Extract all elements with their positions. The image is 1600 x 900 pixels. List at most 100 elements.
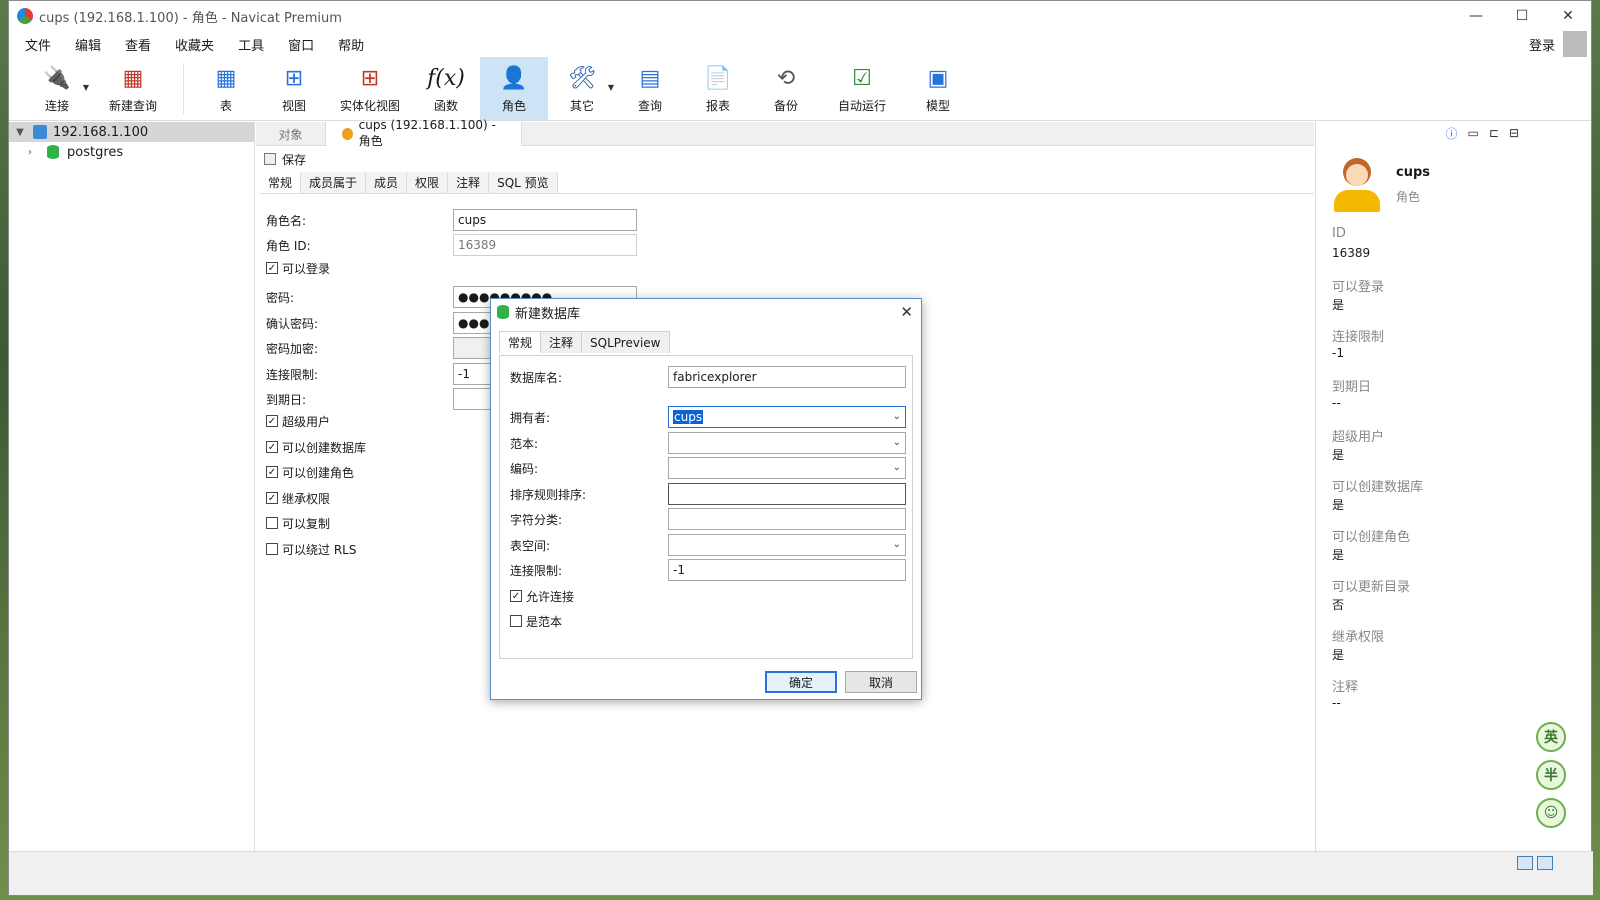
- window-title: cups (192.168.1.100) - 角色 - Navicat Prem…: [39, 10, 342, 26]
- subtab-member-of[interactable]: 成员属于: [301, 172, 367, 193]
- other-button[interactable]: 🛠 其它 ▼: [548, 57, 616, 120]
- bypass-rls-checkbox[interactable]: 可以绕过 RLS: [266, 538, 356, 560]
- panel-layout-icon[interactable]: ⊟: [1509, 126, 1519, 140]
- info-item: 可以创建角色是: [1316, 526, 1559, 562]
- maximize-icon[interactable]: ☐: [1499, 1, 1545, 31]
- owner-select[interactable]: cups ⌄: [668, 406, 906, 428]
- role-name-label: 角色名:: [266, 213, 307, 228]
- info-item: 到期日 --: [1316, 376, 1559, 412]
- function-label: 函数: [433, 99, 458, 113]
- menu-view[interactable]: 查看: [113, 35, 163, 54]
- list-view-icon[interactable]: [1517, 856, 1533, 870]
- subtab-general[interactable]: 常规: [260, 172, 302, 193]
- allow-connections-checkbox[interactable]: ✓ 允许连接: [510, 585, 574, 607]
- checkbox-checked-icon: ✓: [266, 466, 278, 478]
- backup-button[interactable]: ⟲ 备份: [752, 57, 820, 120]
- ime-halfwidth-badge[interactable]: 半: [1536, 760, 1566, 790]
- dialog-general-form: 数据库名: fabricexplorer 拥有者: cups ⌄ 范本: ⌄ 编…: [499, 355, 913, 659]
- dialog-tab-comment[interactable]: 注释: [540, 331, 583, 353]
- tree-item-database[interactable]: › postgres: [9, 142, 254, 162]
- cancel-button[interactable]: 取消: [845, 671, 917, 693]
- menu-window[interactable]: 窗口: [276, 35, 326, 54]
- tablespace-select[interactable]: ⌄: [668, 534, 906, 556]
- superuser-checkbox[interactable]: ✓ 超级用户: [266, 410, 330, 432]
- database-label: postgres: [67, 144, 124, 160]
- checkbox-checked-icon: ✓: [266, 492, 278, 504]
- model-button[interactable]: ▣ 模型: [904, 57, 972, 120]
- materialized-view-icon: ⊞: [360, 65, 380, 91]
- materialized-view-button[interactable]: ⊞ 实体化视图: [328, 57, 412, 120]
- role-id-field: 16389: [453, 234, 637, 256]
- template-select[interactable]: ⌄: [668, 432, 906, 454]
- replication-checkbox[interactable]: 可以复制: [266, 512, 330, 534]
- table-icon: ▦: [215, 65, 237, 91]
- role-name-input[interactable]: cups: [453, 209, 637, 231]
- menu-edit[interactable]: 编辑: [63, 35, 113, 54]
- menu-tools[interactable]: 工具: [226, 35, 276, 54]
- close-icon[interactable]: ✕: [900, 303, 913, 321]
- user-avatar-icon[interactable]: [1563, 31, 1587, 57]
- ime-english-badge[interactable]: 英: [1536, 722, 1566, 752]
- create-db-checkbox[interactable]: ✓ 可以创建数据库: [266, 436, 366, 458]
- is-template-checkbox[interactable]: 是范本: [510, 610, 562, 632]
- new-query-button[interactable]: ▦ 新建查询: [91, 57, 175, 120]
- inherit-checkbox[interactable]: ✓ 继承权限: [266, 487, 330, 509]
- chevron-down-icon[interactable]: ▼: [608, 83, 614, 92]
- status-view-toggles: [1517, 856, 1553, 870]
- confirm-password-label: 确认密码:: [266, 316, 319, 331]
- tab-role-label: cups (192.168.1.100) - 角色: [358, 118, 496, 148]
- query-button[interactable]: ▤ 查询: [616, 57, 684, 120]
- dialog-tab-general[interactable]: 常规: [499, 331, 542, 353]
- detail-view-icon[interactable]: [1537, 856, 1553, 870]
- chevron-down-icon[interactable]: ⌄: [893, 539, 901, 550]
- main-toolbar: 🔌 连接 ▼ ▦ 新建查询 ▦ 表 ⊞ 视图 ⊞ 实体化视图 f(x) 函数 👤…: [9, 57, 1591, 121]
- ok-button[interactable]: 确定: [765, 671, 837, 693]
- minimize-icon[interactable]: —: [1453, 1, 1499, 31]
- function-button[interactable]: f(x) 函数: [412, 57, 480, 120]
- ddl-icon[interactable]: ▭: [1468, 126, 1479, 140]
- subtab-members[interactable]: 成员: [366, 172, 408, 193]
- tab-objects[interactable]: 对象: [256, 122, 326, 146]
- chevron-down-icon[interactable]: ⌄: [893, 411, 901, 422]
- chevron-down-icon[interactable]: ⌄: [893, 437, 901, 448]
- password-encryption-label: 密码加密:: [266, 341, 319, 356]
- chevron-down-icon[interactable]: ▼: [83, 83, 89, 92]
- create-role-checkbox[interactable]: ✓ 可以创建角色: [266, 461, 354, 483]
- login-link[interactable]: 登录: [1529, 35, 1555, 54]
- chevron-right-icon[interactable]: ›: [23, 147, 37, 158]
- ctype-input[interactable]: [668, 508, 906, 530]
- close-icon[interactable]: ✕: [1545, 1, 1591, 31]
- db-conn-limit-input[interactable]: -1: [668, 559, 906, 581]
- can-login-checkbox[interactable]: ✓ 可以登录: [266, 257, 330, 279]
- checkbox-checked-icon: ✓: [266, 441, 278, 453]
- info-icon[interactable]: ⓘ: [1446, 125, 1458, 142]
- db-name-input[interactable]: fabricexplorer: [668, 366, 906, 388]
- info-value: 是: [1332, 298, 1345, 312]
- allow-connections-label: 允许连接: [526, 589, 575, 604]
- dialog-tab-sql-preview[interactable]: SQLPreview: [581, 331, 670, 353]
- save-button[interactable]: 保存: [282, 151, 306, 168]
- subtab-comment[interactable]: 注释: [448, 172, 490, 193]
- connect-button[interactable]: 🔌 连接 ▼: [23, 57, 91, 120]
- query-icon: ▤: [639, 65, 661, 91]
- tab-role-cups[interactable]: cups (192.168.1.100) - 角色: [326, 118, 522, 148]
- subtab-privileges[interactable]: 权限: [407, 172, 449, 193]
- collation-input[interactable]: [668, 483, 906, 505]
- auto-run-button[interactable]: ☑ 自动运行: [820, 57, 904, 120]
- menu-file[interactable]: 文件: [13, 35, 63, 54]
- role-button[interactable]: 👤 角色: [480, 57, 548, 120]
- subtab-sql-preview[interactable]: SQL 预览: [489, 172, 558, 193]
- report-button[interactable]: 📄 报表: [684, 57, 752, 120]
- menu-favorites[interactable]: 收藏夹: [163, 35, 226, 54]
- er-diagram-icon[interactable]: ⊏: [1489, 126, 1499, 140]
- encoding-select[interactable]: ⌄: [668, 457, 906, 479]
- chevron-down-icon[interactable]: ⌄: [893, 462, 901, 473]
- chevron-down-icon[interactable]: ▼: [13, 127, 27, 138]
- tree-item-server[interactable]: ▼ 192.168.1.100: [9, 122, 254, 142]
- replication-label: 可以复制: [282, 516, 331, 531]
- view-button[interactable]: ⊞ 视图: [260, 57, 328, 120]
- menu-help[interactable]: 帮助: [326, 35, 376, 54]
- bypass-rls-label: 可以绕过 RLS: [282, 542, 357, 557]
- table-button[interactable]: ▦ 表: [192, 57, 260, 120]
- ime-emoji-icon[interactable]: ☺: [1536, 798, 1566, 828]
